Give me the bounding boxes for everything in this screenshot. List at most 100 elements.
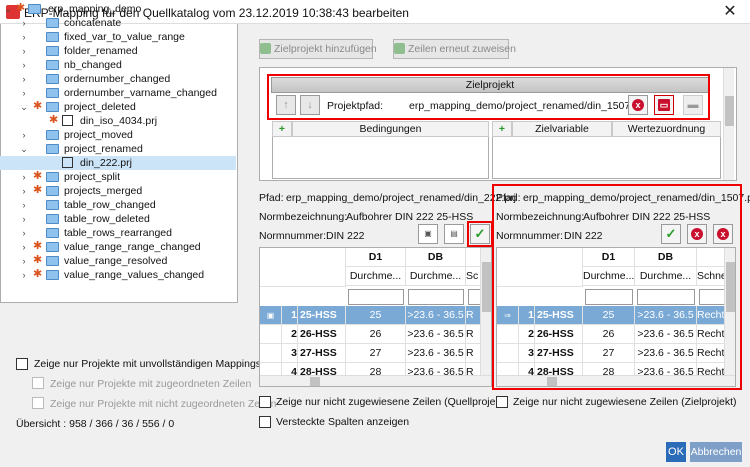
folder-icon [46, 32, 59, 42]
tree-item[interactable]: › concatenate [0, 16, 236, 30]
source-hscroll[interactable] [260, 375, 491, 386]
tree-item[interactable]: › project_moved [0, 128, 236, 142]
source-path-value: erp_mapping_demo/project_renamed/din_222… [286, 192, 516, 204]
tree-item[interactable]: › nb_changed [0, 58, 236, 72]
unassigned-rows-label: Zeige nur Projekte mit nicht zugeordnete… [50, 398, 277, 410]
folder-icon [46, 186, 59, 196]
tree-item-label: project_renamed [64, 143, 143, 155]
chevron-right-icon[interactable]: › [19, 170, 29, 184]
folder-icon [46, 88, 59, 98]
tree-item[interactable]: › ✱ projects_merged [0, 184, 236, 198]
tree-item[interactable]: › table_row_changed [0, 198, 236, 212]
add-target-label: Zielprojekt hinzufügen [274, 43, 377, 55]
chevron-right-icon[interactable]: › [19, 254, 29, 268]
close-icon[interactable]: ✕ [716, 2, 744, 22]
chevron-right-icon[interactable]: › [19, 198, 29, 212]
header-db[interactable]: DB [406, 248, 466, 267]
hidden-columns-checkbox[interactable] [259, 416, 271, 428]
scroll-thumb[interactable] [725, 96, 734, 126]
row-name: 27-HSS [298, 344, 346, 363]
chevron-right-icon[interactable]: › [19, 268, 29, 282]
src-unassigned-checkbox[interactable] [259, 396, 271, 408]
scroll-thumb[interactable] [482, 262, 491, 312]
tree-item[interactable]: › table_row_deleted [0, 212, 236, 226]
tree-item-label: projects_merged [64, 185, 143, 197]
cancel-button[interactable]: Abbrechen [690, 442, 742, 462]
chevron-right-icon[interactable]: › [19, 72, 29, 86]
tree-item[interactable]: › table_rows_rearranged [0, 226, 236, 240]
chevron-down-icon[interactable]: ⌄ [3, 2, 13, 16]
tree-item-label: fixed_var_to_value_range [64, 31, 185, 43]
tree-item-label: value_range_resolved [64, 255, 168, 267]
ok-button[interactable]: OK [666, 442, 686, 462]
tree-item-label: concatenate [64, 17, 122, 29]
target-panel-scrollbar[interactable] [723, 68, 734, 180]
value-mapping-header: Wertezuordnung [612, 121, 721, 137]
tree-item[interactable]: › fixed_var_to_value_range [0, 30, 236, 44]
chevron-down-icon[interactable]: ⌄ [19, 142, 29, 156]
tree-item[interactable]: › ordernumber_changed [0, 72, 236, 86]
assigned-rows-checkbox[interactable] [32, 377, 44, 389]
tree-item[interactable]: ⌄ ✱ erp_mapping_demo [0, 2, 236, 16]
cell-d1: 26 [346, 325, 406, 344]
tree-item[interactable]: ⌄ project_renamed [0, 142, 236, 156]
chevron-right-icon[interactable]: › [19, 16, 29, 30]
add-condition-icon[interactable]: + [272, 121, 292, 137]
row-name: 26-HSS [298, 325, 346, 344]
add-target-project-button[interactable]: Zielprojekt hinzufügen [259, 39, 377, 59]
unassigned-rows-checkbox[interactable] [32, 397, 44, 409]
source-path-label: Pfad: [259, 192, 284, 204]
cell-db: >23.6 - 36.5 [406, 344, 466, 363]
incomplete-mappings-checkbox[interactable] [16, 358, 28, 370]
dst-unassigned-checkbox[interactable] [496, 396, 508, 408]
folder-icon [46, 242, 59, 252]
tree-item-label: din_222.prj [80, 157, 132, 169]
tree-item[interactable]: ⌄ ✱ project_deleted [0, 100, 236, 114]
tree-item-selected[interactable]: din_222.prj [0, 156, 236, 170]
folder-icon [46, 200, 59, 210]
table-row[interactable]: ▣ 1 25-HSS 25 >23.6 - 36.5 R [260, 306, 482, 325]
source-view-button[interactable]: ▣ [418, 224, 438, 244]
chevron-right-icon[interactable]: › [19, 240, 29, 254]
chevron-right-icon[interactable]: › [19, 86, 29, 100]
tree-item[interactable]: › ✱ value_range_values_changed [0, 268, 236, 282]
source-export-button[interactable]: ▤ [444, 224, 464, 244]
add-targetvar-icon[interactable]: + [492, 121, 512, 137]
cell-d1: 27 [346, 344, 406, 363]
chevron-right-icon[interactable]: › [19, 226, 29, 240]
folder-icon [28, 4, 41, 14]
table-row[interactable]: 3 27-HSS 27 >23.6 - 36.5 R [260, 344, 482, 363]
scroll-thumb[interactable] [310, 377, 320, 386]
project-tree[interactable]: ⌄ ✱ erp_mapping_demo › concatenate › fix… [0, 0, 238, 303]
header-d1[interactable]: D1 [346, 248, 406, 267]
chevron-right-icon[interactable]: › [19, 44, 29, 58]
chevron-right-icon[interactable]: › [19, 30, 29, 44]
row-num: 2 [282, 325, 298, 344]
filter-d1[interactable] [348, 289, 404, 305]
chevron-down-icon[interactable]: ⌄ [19, 100, 29, 114]
assigned-rows-label: Zeige nur Projekte mit zugeordneten Zeil… [50, 378, 252, 390]
chevron-right-icon[interactable]: › [19, 58, 29, 72]
folder-icon [46, 18, 59, 28]
chevron-right-icon[interactable]: › [19, 128, 29, 142]
tree-item[interactable]: › folder_renamed [0, 44, 236, 58]
reassign-rows-button[interactable]: Zeilen erneut zuweisen [393, 39, 516, 59]
filter-db[interactable] [408, 289, 464, 305]
tree-item[interactable]: › ordernumber_varname_changed [0, 86, 236, 100]
gear-icon: ✱ [49, 114, 59, 126]
row-icon [260, 344, 282, 363]
source-vscroll[interactable] [480, 248, 491, 376]
gear-icon: ✱ [33, 170, 43, 182]
tree-item[interactable]: › ✱ project_split [0, 170, 236, 184]
tree-item[interactable]: › ✱ value_range_resolved [0, 254, 236, 268]
chevron-right-icon[interactable]: › [19, 212, 29, 226]
chevron-right-icon[interactable]: › [19, 184, 29, 198]
dst-unassigned-label: Zeige nur nicht zugewiesene Zeilen (Ziel… [513, 396, 737, 408]
header-cell [260, 248, 346, 287]
folder-icon [46, 214, 59, 224]
table-row[interactable]: 2 26-HSS 26 >23.6 - 36.5 R [260, 325, 482, 344]
tree-item[interactable]: › ✱ value_range_range_changed [0, 240, 236, 254]
cube-icon [62, 115, 73, 126]
tree-item[interactable]: ✱ din_iso_4034.prj [0, 114, 236, 128]
source-table[interactable]: D1 DB Durchme... Durchme... Sc ▣ 1 25-HS… [259, 247, 492, 387]
